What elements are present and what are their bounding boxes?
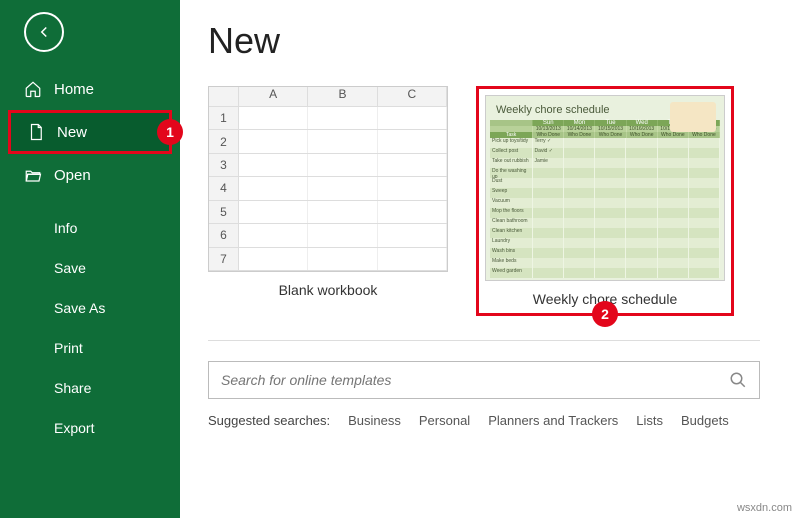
chore-task-rows: Pick up toys/tidyTerry ✓Collect postDavi… bbox=[490, 138, 720, 278]
sidebar-item-new[interactable]: New bbox=[11, 113, 169, 151]
template-gallery: A B C 1 2 3 4 5 6 7 Blank workbook Weekl… bbox=[208, 86, 796, 316]
chore-task-row: Take out rubbishJamie bbox=[490, 158, 720, 168]
main-content: New A B C 1 2 3 4 5 6 7 Blank workbook bbox=[180, 0, 800, 518]
sidebar-item-label: Home bbox=[54, 81, 94, 98]
separator bbox=[208, 340, 760, 341]
chore-task-row: Clean bathroom bbox=[490, 218, 720, 228]
sidebar-sub-save[interactable]: Save bbox=[0, 250, 180, 286]
col-header: C bbox=[378, 87, 447, 106]
search-icon[interactable] bbox=[729, 371, 747, 389]
template-label: Blank workbook bbox=[279, 282, 378, 298]
chore-task-row: Mop the floors bbox=[490, 208, 720, 218]
sidebar-item-open[interactable]: Open bbox=[0, 156, 180, 194]
sidebar-item-home[interactable]: Home bbox=[0, 70, 180, 108]
document-icon bbox=[27, 123, 45, 141]
suggested-link-planners[interactable]: Planners and Trackers bbox=[488, 413, 618, 428]
sidebar-sub-saveas[interactable]: Save As bbox=[0, 290, 180, 326]
col-header: A bbox=[239, 87, 308, 106]
template-search-box[interactable] bbox=[208, 361, 760, 399]
suggested-link-business[interactable]: Business bbox=[348, 413, 401, 428]
home-icon bbox=[24, 80, 42, 98]
suggested-link-budgets[interactable]: Budgets bbox=[681, 413, 729, 428]
backstage-sidebar: Home New 1 Open Info Save Save As Print … bbox=[0, 0, 180, 518]
sidebar-sub-share[interactable]: Share bbox=[0, 370, 180, 406]
suggested-searches: Suggested searches: Business Personal Pl… bbox=[208, 413, 796, 428]
suggested-link-personal[interactable]: Personal bbox=[419, 413, 470, 428]
template-search-input[interactable] bbox=[221, 372, 729, 388]
watermark: wsxdn.com bbox=[737, 502, 792, 514]
template-thumbnail-blank: A B C 1 2 3 4 5 6 7 bbox=[208, 86, 448, 272]
chore-task-row: Sweep bbox=[490, 188, 720, 198]
callout-badge-1: 1 bbox=[157, 119, 183, 145]
chore-task-row: Dust bbox=[490, 178, 720, 188]
folder-open-icon bbox=[24, 166, 42, 184]
col-header: B bbox=[308, 87, 377, 106]
sidebar-sub-info[interactable]: Info bbox=[0, 210, 180, 246]
highlight-chore: Weekly chore schedule Sun Mon Tue Wed Th… bbox=[476, 86, 734, 316]
sidebar-sub-export[interactable]: Export bbox=[0, 410, 180, 446]
page-title: New bbox=[208, 20, 796, 62]
suggested-link-lists[interactable]: Lists bbox=[636, 413, 663, 428]
chore-task-row: Do the washing up bbox=[490, 168, 720, 178]
sidebar-item-label: New bbox=[57, 124, 87, 141]
chore-task-row: Vacuum bbox=[490, 198, 720, 208]
chore-illustration bbox=[670, 102, 716, 132]
suggested-label: Suggested searches: bbox=[208, 413, 330, 428]
chore-task-row: Laundry bbox=[490, 238, 720, 248]
chore-task-row: Make beds bbox=[490, 258, 720, 268]
template-weekly-chore[interactable]: Weekly chore schedule Sun Mon Tue Wed Th… bbox=[485, 95, 725, 307]
sidebar-item-label: Open bbox=[54, 167, 91, 184]
template-blank-workbook[interactable]: A B C 1 2 3 4 5 6 7 Blank workbook bbox=[208, 86, 448, 316]
chore-task-row: Weed garden bbox=[490, 268, 720, 278]
highlight-new: New 1 bbox=[8, 110, 172, 154]
chore-task-row: Pick up toys/tidyTerry ✓ bbox=[490, 138, 720, 148]
chore-task-row: Collect postDavid ✓ bbox=[490, 148, 720, 158]
back-button[interactable] bbox=[24, 12, 64, 52]
sidebar-sub-print[interactable]: Print bbox=[0, 330, 180, 366]
arrow-left-icon bbox=[35, 23, 53, 41]
chore-task-row: Clean kitchen bbox=[490, 228, 720, 238]
callout-badge-2: 2 bbox=[592, 301, 618, 327]
template-thumbnail-chore: Weekly chore schedule Sun Mon Tue Wed Th… bbox=[485, 95, 725, 281]
chore-task-row: Wash bins bbox=[490, 248, 720, 258]
